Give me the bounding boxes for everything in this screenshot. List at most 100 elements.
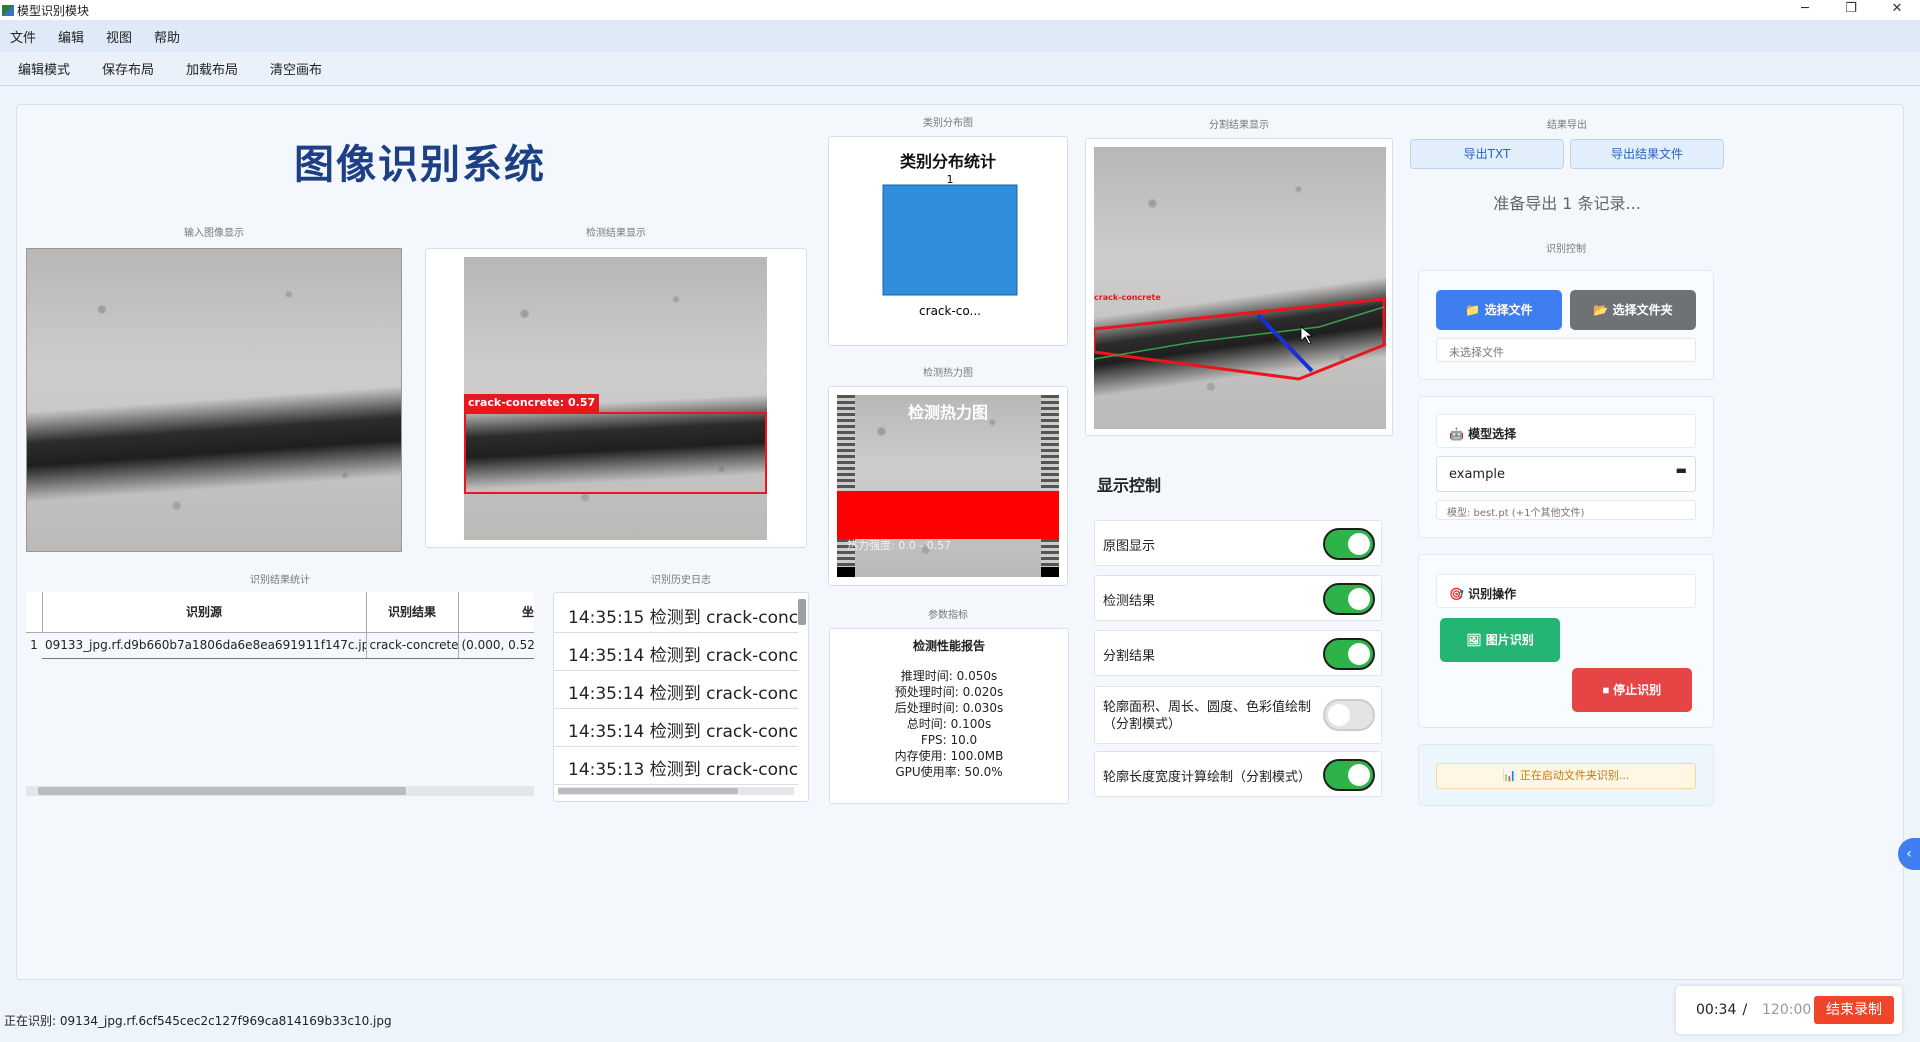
select-file-label: 选择文件 [1484, 303, 1533, 317]
toggle-contour-area-switch[interactable] [1323, 699, 1375, 731]
maximize-button[interactable]: ❐ [1828, 0, 1874, 20]
menu-file[interactable]: 文件 [0, 27, 48, 46]
toggle-row-original: 原图显示 [1094, 520, 1382, 566]
input-image [26, 248, 402, 552]
robot-icon: 🤖 [1449, 427, 1464, 441]
toggle-label: 原图显示 [1103, 539, 1156, 554]
history-label: 识别历史日志 [651, 575, 711, 586]
row-index: 1 [30, 638, 38, 653]
chart-category-label: crack-co... [919, 304, 981, 318]
perf-fps: FPS: 10.0 [920, 733, 978, 747]
chart-icon: 📊 [1502, 769, 1517, 782]
table-corner [26, 592, 43, 633]
toggle-label: 检测结果 [1103, 594, 1156, 609]
table-row[interactable]: 1 09133_jpg.rf.d9b660b7a1806da6e8ea69191… [26, 632, 534, 659]
edit-mode-button[interactable]: 编辑模式 [0, 59, 84, 78]
list-item[interactable]: 14:35:14 检测到 crack-concret [554, 709, 798, 747]
list-item[interactable]: 14:35:13 检测到 crack-concret [554, 747, 798, 785]
col-header-result[interactable]: 识别结果 [366, 592, 459, 633]
heatmap-range: 热力强度: 0.0 - 0.57 [847, 539, 952, 552]
perf-inference: 推理时间: 0.050s [900, 669, 998, 683]
perf-gpu: GPU使用率: 50.0% [895, 765, 1003, 779]
close-button[interactable]: ✕ [1874, 0, 1920, 20]
end-recording-button[interactable]: 结束录制 [1814, 996, 1894, 1024]
app-icon [2, 4, 14, 16]
toggle-row-detection: 检测结果 [1094, 575, 1382, 621]
table-hscrollbar[interactable] [26, 786, 534, 796]
select-file-button[interactable]: 📁 选择文件 [1436, 290, 1562, 330]
toggle-contour-length-switch[interactable] [1323, 759, 1375, 791]
chevron-left-icon: ‹ [1906, 846, 1912, 862]
stats-label: 识别结果统计 [250, 575, 310, 586]
class-dist-chart: 类别分布统计 1 crack-co... [882, 152, 1018, 318]
heatmap-panel: 检测热力图 热力强度: 0.0 - 0.57 [828, 386, 1068, 586]
stop-detect-label: 停止识别 [1613, 683, 1662, 697]
image-detect-button[interactable]: 🖼 图片识别 [1440, 618, 1560, 662]
perf-memory: 内存使用: 100.0MB [894, 749, 1004, 763]
folder-icon: 📁 [1465, 303, 1481, 317]
export-status: 准备导出 1 条记录... [1493, 194, 1641, 213]
folder-icon: 📂 [1593, 303, 1609, 317]
chart-bar [882, 184, 1018, 296]
save-layout-button[interactable]: 保存布局 [84, 59, 168, 78]
history-list: 14:35:15 检测到 crack-concret 14:35:14 检测到 … [554, 595, 798, 785]
detect-status-text: 正在启动文件夹识别... [1519, 769, 1630, 782]
toggle-original-switch[interactable] [1323, 528, 1375, 560]
col-header-coords[interactable]: 坐 [458, 592, 534, 633]
window-controls: ─ ❐ ✕ [1782, 0, 1920, 20]
dropdown-icon: ▬ [1675, 463, 1687, 477]
params-label: 参数指标 [928, 610, 968, 621]
menu-view[interactable]: 视图 [96, 27, 144, 46]
cell-source: 09133_jpg.rf.d9b660b7a1806da6e8ea691911f… [42, 632, 367, 659]
ops-header: 🎯 识别操作 [1436, 574, 1696, 608]
history-hscrollbar[interactable] [558, 787, 794, 795]
select-folder-button[interactable]: 📂 选择文件夹 [1570, 290, 1696, 330]
toggle-label: 轮廓长度宽度计算绘制（分割模式） [1103, 770, 1312, 785]
menu-edit[interactable]: 编辑 [48, 27, 96, 46]
toggle-label: 分割结果 [1103, 649, 1156, 664]
model-select[interactable]: example ▬ [1436, 456, 1696, 492]
heatmap-label: 检测热力图 [923, 368, 973, 379]
perf-panel: 检测性能报告 推理时间: 0.050s 预处理时间: 0.020s 后处理时间:… [829, 628, 1069, 804]
list-item[interactable]: 14:35:15 检测到 crack-concret [554, 595, 798, 633]
file-path-field[interactable]: 未选择文件 [1436, 338, 1696, 362]
results-table: 识别源 识别结果 坐 1 09133_jpg.rf.d9b660b7a1806d… [26, 592, 534, 659]
window-titlebar: 模型识别模块 ─ ❐ ✕ [0, 0, 1920, 20]
seg-label: crack-concrete [1094, 293, 1161, 302]
export-txt-button[interactable]: 导出TXT [1410, 139, 1564, 169]
control-label: 识别控制 [1546, 244, 1586, 255]
heatmap-image: 检测热力图 热力强度: 0.0 - 0.57 [837, 395, 1059, 577]
clear-canvas-button[interactable]: 清空画布 [252, 59, 336, 78]
export-file-button[interactable]: 导出结果文件 [1570, 139, 1724, 169]
stop-detect-button[interactable]: ⏹ 停止识别 [1572, 668, 1692, 712]
menu-help[interactable]: 帮助 [144, 27, 192, 46]
toggle-row-segmentation: 分割结果 [1094, 630, 1382, 676]
col-header-source[interactable]: 识别源 [42, 592, 367, 633]
load-layout-button[interactable]: 加载布局 [168, 59, 252, 78]
status-bar-text: 正在识别: 09134_jpg.rf.6cf545cec2c127f969ca8… [4, 1014, 392, 1028]
toggle-detection-switch[interactable] [1323, 583, 1375, 615]
perf-total: 总时间: 0.100s [906, 717, 992, 731]
seg-image: crack-concrete [1094, 147, 1386, 429]
model-header: 🤖 模型选择 [1436, 414, 1696, 448]
minimize-button[interactable]: ─ [1782, 0, 1828, 20]
image-detect-label: 图片识别 [1485, 633, 1534, 647]
input-image-label: 输入图像显示 [184, 228, 244, 239]
record-time-sep: / [1738, 1002, 1752, 1018]
history-hscroll-thumb[interactable] [558, 788, 738, 794]
chart-title: 类别分布统计 [900, 152, 996, 171]
list-item[interactable]: 14:35:14 检测到 crack-concret [554, 671, 798, 709]
list-item[interactable]: 14:35:14 检测到 crack-concret [554, 633, 798, 671]
display-control-title: 显示控制 [1097, 476, 1162, 495]
perf-title: 检测性能报告 [912, 639, 985, 653]
ops-header-label: 识别操作 [1468, 587, 1517, 601]
model-info: 模型: best.pt (+1个其他文件) [1436, 500, 1696, 520]
history-vscroll-thumb[interactable] [798, 599, 806, 625]
page-title: 图像识别系统 [294, 142, 546, 188]
seg-result-label: 分割结果显示 [1209, 120, 1269, 131]
class-dist-label: 类别分布图 [923, 118, 973, 129]
seg-result-panel: crack-concrete [1085, 138, 1393, 436]
table-hscroll-thumb[interactable] [38, 787, 406, 795]
seg-overlay [1094, 297, 1386, 381]
toggle-segmentation-switch[interactable] [1323, 638, 1375, 670]
